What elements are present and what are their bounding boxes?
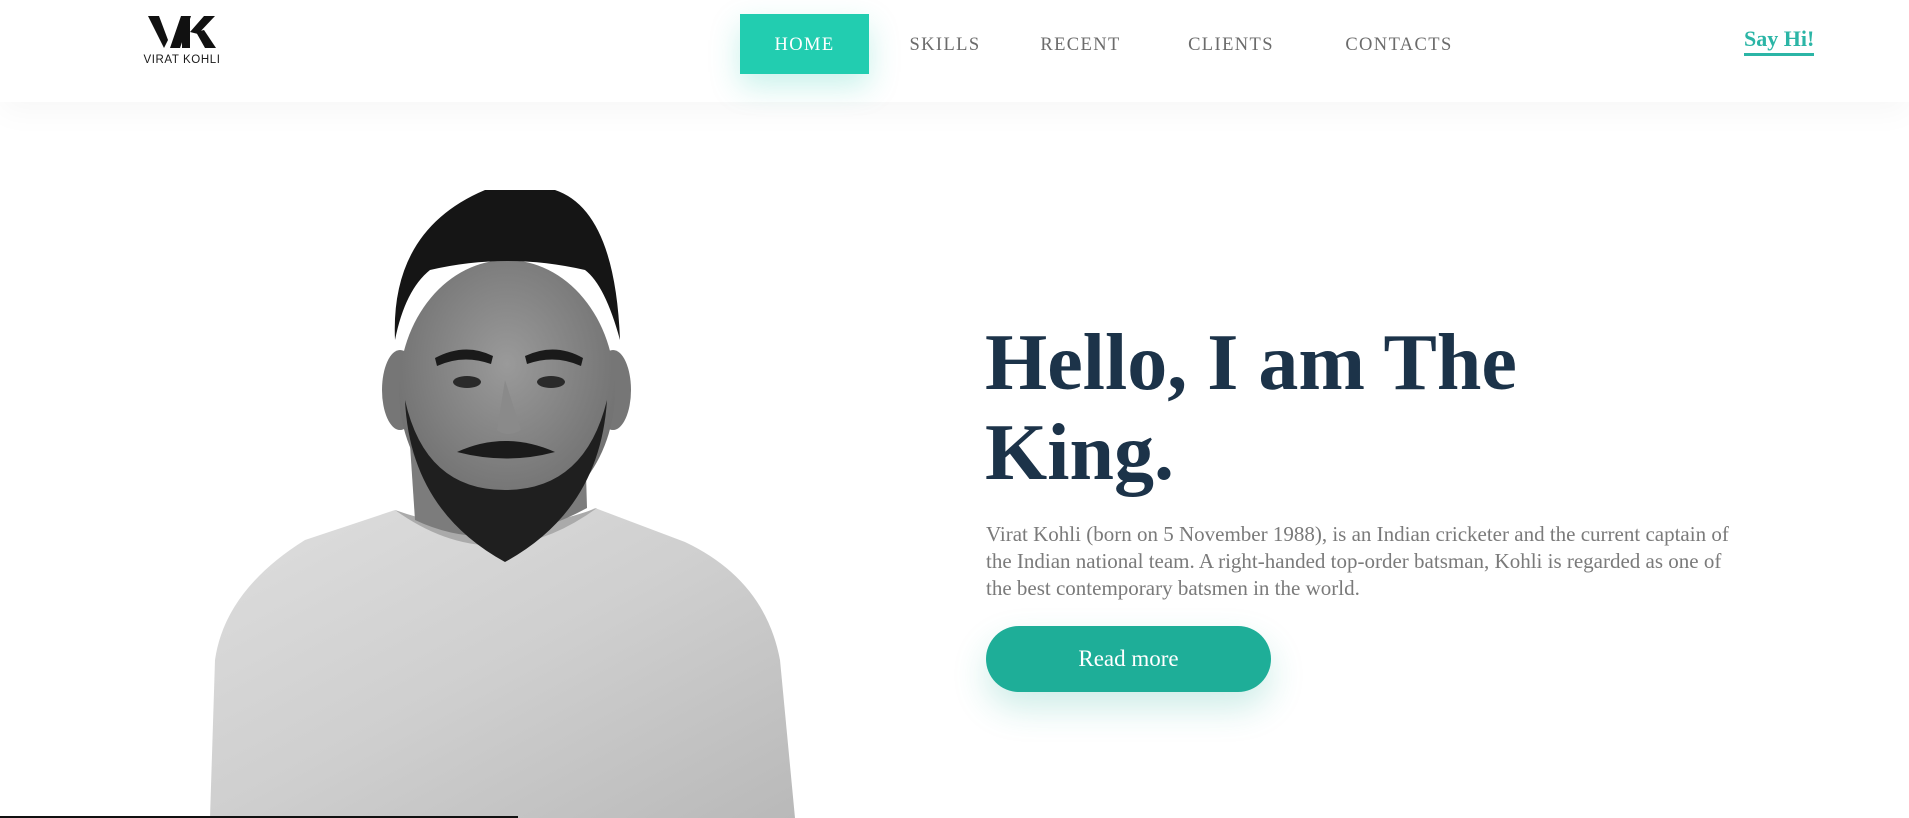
site-header: VIRAT KOHLI HOME SKILLS RECENT CLIENTS C… xyxy=(0,0,1909,102)
nav-skills[interactable]: SKILLS xyxy=(893,14,997,74)
hero-headline-line-1: Hello, I am The xyxy=(985,319,1517,407)
nav-recent[interactable]: RECENT xyxy=(1020,14,1141,74)
hero-description: Virat Kohli (born on 5 November 1988), i… xyxy=(986,522,1729,600)
hero-headline-line-2: King. xyxy=(985,409,1174,497)
person-portrait-image xyxy=(210,190,795,818)
say-hi-link[interactable]: Say Hi! xyxy=(1744,26,1815,56)
read-more-button[interactable]: Read more xyxy=(986,626,1271,692)
nav-clients[interactable]: CLIENTS xyxy=(1162,14,1300,74)
hero-portrait xyxy=(195,190,815,818)
logo[interactable]: VIRAT KOHLI xyxy=(139,14,225,70)
vk-monogram-icon xyxy=(148,16,216,48)
logo-text: VIRAT KOHLI xyxy=(143,54,221,66)
nav-home[interactable]: HOME xyxy=(740,14,869,74)
hero-headline: Hello, I am The King. xyxy=(985,318,1685,498)
page: VIRAT KOHLI HOME SKILLS RECENT CLIENTS C… xyxy=(0,0,1909,818)
nav-contacts[interactable]: CONTACTS xyxy=(1320,14,1478,74)
